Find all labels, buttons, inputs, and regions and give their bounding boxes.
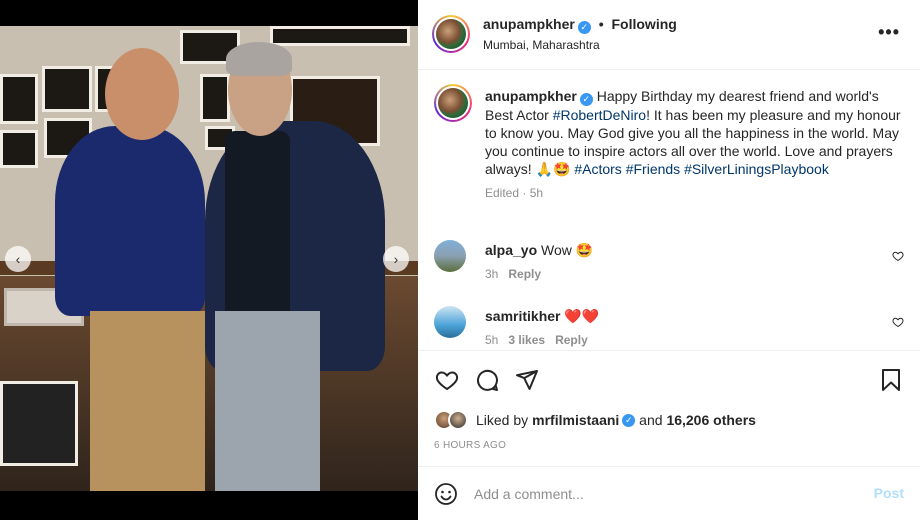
likes-middle: and <box>635 412 667 428</box>
caption-username[interactable]: anupampkher <box>485 88 577 104</box>
post-button[interactable]: Post <box>874 485 904 501</box>
person-right-hair <box>226 42 292 76</box>
caption-emoji: 🙏🤩 <box>535 160 571 177</box>
likes-count[interactable]: 16,206 others <box>666 412 756 428</box>
wall-frame <box>42 66 92 112</box>
post-media: ‹ › <box>0 0 418 520</box>
hashtag-robertdeniro[interactable]: #RobertDeNiro <box>553 107 646 123</box>
comment-meta: 5h 3 likes Reply <box>485 333 588 347</box>
verified-badge-icon: ✓ <box>622 413 636 427</box>
person-left-head <box>105 48 179 140</box>
comment-username[interactable]: alpa_yo <box>485 242 537 258</box>
hashtag-actors[interactable]: #Actors <box>574 161 621 177</box>
more-options-icon[interactable]: ••• <box>878 22 900 43</box>
likes-summary: Liked by mrfilmistaani ✓ and 16,206 other… <box>434 409 756 431</box>
post-details-panel: anupampkher ✓ • Following Mumbai, Maharas… <box>418 0 920 520</box>
profile-picture <box>436 19 466 49</box>
hashtag-silverliningsplaybook[interactable]: #SilverLiningsPlaybook <box>684 161 829 177</box>
wall-frame <box>200 74 230 122</box>
chevron-right-icon[interactable]: › <box>383 246 409 272</box>
emoji-icon[interactable] <box>434 482 458 506</box>
wall-frame <box>270 26 410 46</box>
comment-body: ❤️❤️ <box>564 308 600 324</box>
separator-dot: • <box>598 16 604 32</box>
wall-frame <box>0 74 38 124</box>
comment-input[interactable] <box>474 481 854 507</box>
header-username[interactable]: anupampkher <box>483 16 575 32</box>
liker-username[interactable]: mrfilmistaani <box>532 412 619 428</box>
likes-prefix: Liked by <box>476 412 529 428</box>
comment-heart-icon[interactable] <box>892 250 904 262</box>
heart-icon[interactable] <box>435 368 459 392</box>
post-header: anupampkher ✓ • Following Mumbai, Maharas… <box>418 0 920 70</box>
comment-heart-icon[interactable] <box>892 316 904 328</box>
comment-avatar[interactable] <box>434 306 466 338</box>
person-right-shirt <box>225 131 290 321</box>
comment-time: 5h <box>485 333 499 347</box>
liker-avatar <box>448 410 468 430</box>
location-link[interactable]: Mumbai, Maharashtra <box>483 38 600 52</box>
add-comment-bar: Post <box>418 466 920 520</box>
avatar[interactable] <box>432 15 470 53</box>
caption-text: anupampkher ✓ Happy Birthday my dearest f… <box>485 87 905 202</box>
following-button[interactable]: Following <box>612 16 677 32</box>
chevron-left-icon[interactable]: ‹ <box>5 246 31 272</box>
comment-text-line: alpa_yo Wow 🤩 <box>485 241 593 259</box>
floor-frame <box>0 381 78 466</box>
post-actions: Liked by mrfilmistaani ✓ and 16,206 other… <box>418 350 920 466</box>
caption-meta: Edited · 5h <box>485 185 544 200</box>
verified-badge-icon: ✓ <box>579 92 593 106</box>
post-timestamp: 6 HOURS AGO <box>434 440 507 451</box>
reply-button[interactable]: Reply <box>555 333 588 347</box>
caption-profile-picture <box>438 88 468 118</box>
hashtag-friends[interactable]: #Friends <box>626 161 680 177</box>
comment-username[interactable]: samritikher <box>485 308 560 324</box>
reply-button[interactable]: Reply <box>508 267 541 281</box>
comment-meta: 3h Reply <box>485 267 541 281</box>
verified-badge-icon: ✓ <box>577 21 591 34</box>
comment-text-line: samritikher ❤️❤️ <box>485 307 599 325</box>
share-icon[interactable] <box>515 368 539 392</box>
person-left-shirt <box>55 126 205 316</box>
person-right-pants <box>215 311 320 491</box>
comment-body: Wow 🤩 <box>541 242 594 258</box>
post-photo[interactable] <box>0 26 418 491</box>
comment-avatar[interactable] <box>434 240 466 272</box>
wall-frame <box>0 130 38 168</box>
person-left-pants <box>90 311 205 491</box>
bookmark-icon[interactable] <box>879 368 903 392</box>
header-user-line: anupampkher ✓ • Following <box>483 16 677 34</box>
comment-likes-count[interactable]: 3 likes <box>508 333 545 347</box>
caption-avatar[interactable] <box>434 84 472 122</box>
comment-icon[interactable] <box>475 368 499 392</box>
comment-time: 3h <box>485 267 499 281</box>
